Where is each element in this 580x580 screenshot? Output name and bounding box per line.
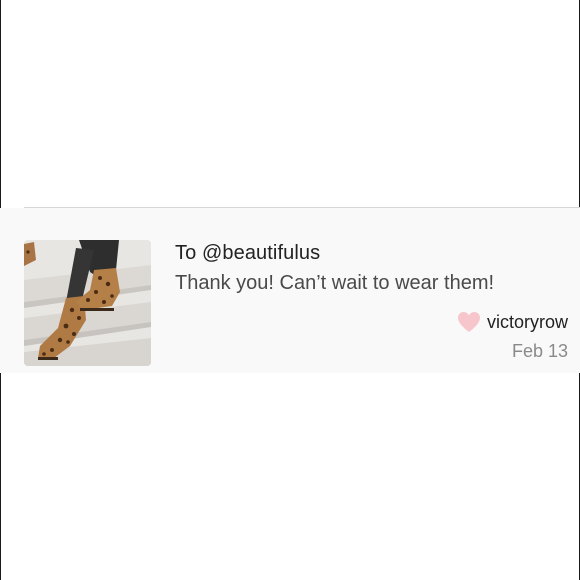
boots-image <box>24 240 151 366</box>
comment-meta: victoryrow Feb 13 <box>457 311 568 362</box>
author-username[interactable]: victoryrow <box>487 312 568 333</box>
comment-card: To @beautifulus Thank you! Can’t wait to… <box>0 208 580 373</box>
author-row: victoryrow <box>457 311 568 333</box>
page: To @beautifulus Thank you! Can’t wait to… <box>0 0 580 580</box>
comment-message: Thank you! Can’t wait to wear them! <box>175 272 495 294</box>
product-thumbnail[interactable] <box>24 240 151 366</box>
comment-recipient[interactable]: To @beautifulus <box>175 242 320 265</box>
heart-icon[interactable] <box>457 311 481 333</box>
comment-date: Feb 13 <box>511 341 568 361</box>
